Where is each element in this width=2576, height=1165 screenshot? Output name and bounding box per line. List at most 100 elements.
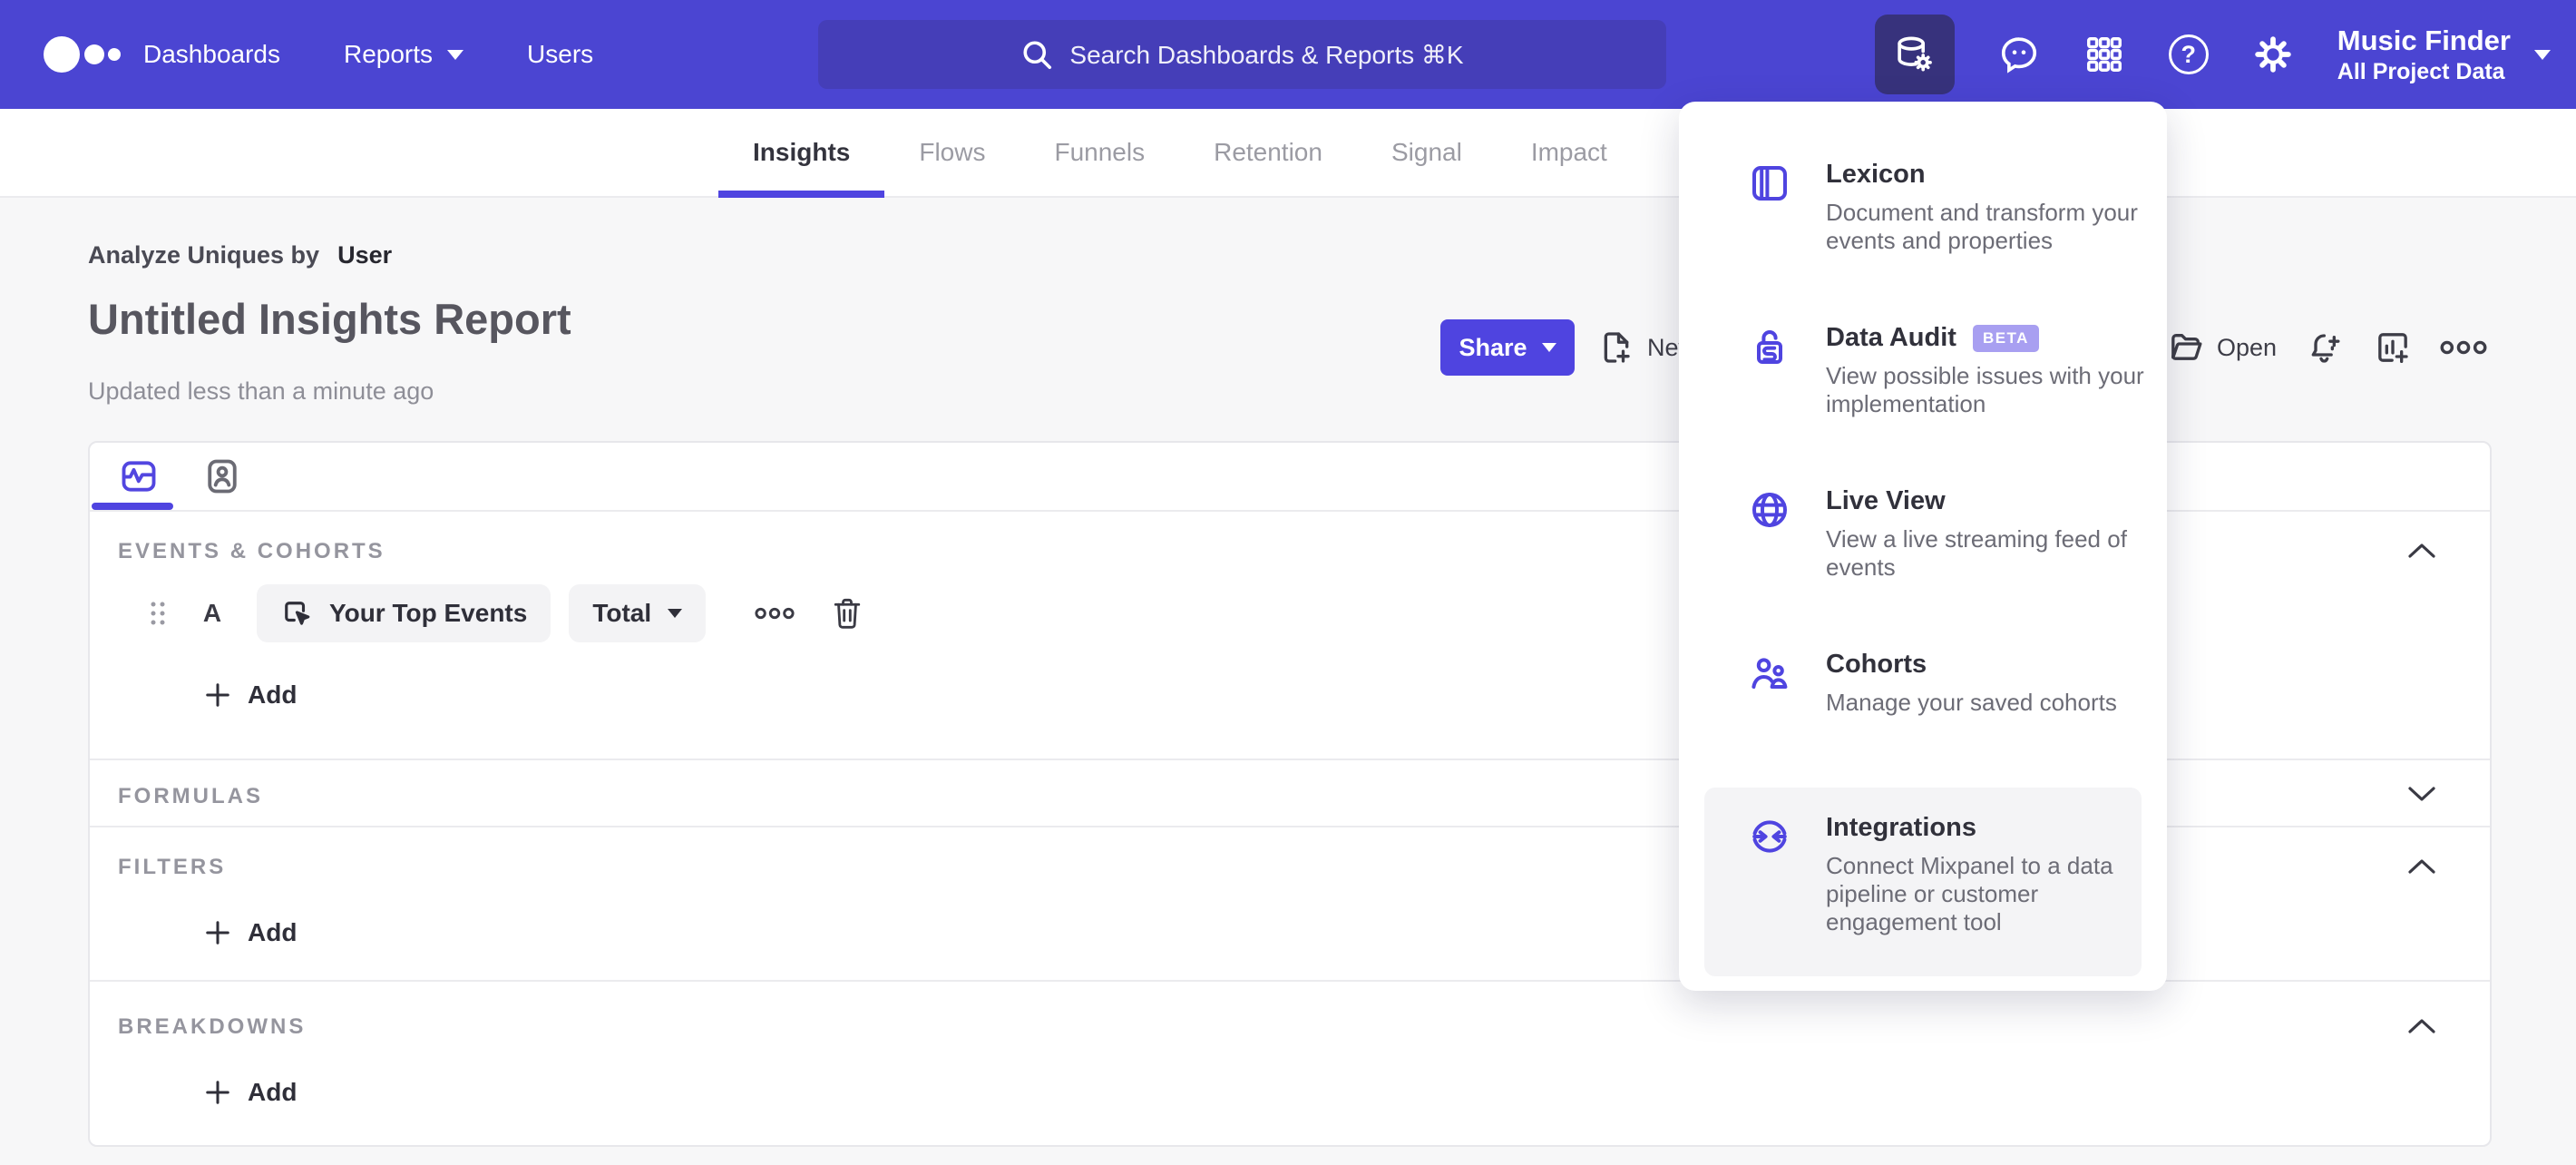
- data-management-menu: Lexicon Document and transform your even…: [1679, 102, 2167, 991]
- plus-icon: [206, 683, 229, 707]
- viz-tab-profiles[interactable]: [197, 451, 248, 502]
- report-tabs: Insights Flows Funnels Retention Signal …: [718, 109, 1642, 198]
- menu-item-lexicon[interactable]: Lexicon Document and transform your even…: [1679, 160, 2167, 255]
- share-label: Share: [1459, 333, 1527, 361]
- menu-item-desc: View possible issues with your implement…: [1826, 362, 2144, 417]
- tab-label: Insights: [753, 138, 851, 166]
- chart-plus-icon: [2378, 333, 2408, 363]
- menu-item-live-view[interactable]: Live View View a live streaming feed of …: [1679, 486, 2167, 582]
- add-label: Add: [248, 680, 298, 709]
- live-view-globe-icon: [1752, 493, 1787, 527]
- drag-handle-icon[interactable]: [144, 595, 171, 631]
- nav-item-label: Users: [527, 40, 594, 68]
- event-row: A Your Top Events Total: [144, 584, 864, 642]
- analyze-uniques-value[interactable]: User: [337, 241, 392, 269]
- add-label: Add: [248, 918, 298, 946]
- chevron-down-icon: [1541, 343, 1556, 352]
- tab-label: Retention: [1214, 138, 1322, 166]
- trash-icon[interactable]: [831, 595, 864, 631]
- section-label: FILTERS: [118, 855, 227, 879]
- section-breakdowns: BREAKDOWNS Add: [90, 980, 2490, 1141]
- more-horizontal-icon[interactable]: [755, 602, 795, 624]
- nav-item-label: Dashboards: [143, 40, 280, 68]
- document-plus-icon: [1604, 332, 1630, 363]
- plus-icon: [206, 921, 229, 945]
- tab-retention[interactable]: Retention: [1179, 109, 1357, 196]
- menu-item-title: Cohorts: [1826, 650, 1927, 679]
- series-letter: A: [202, 599, 222, 627]
- nav-item-users[interactable]: Users: [527, 40, 593, 69]
- help-glyph: ?: [2181, 40, 2197, 68]
- settings-gear-icon[interactable]: [2252, 34, 2294, 75]
- section-label: BREAKDOWNS: [118, 1014, 307, 1039]
- menu-item-title: Data Audit: [1826, 323, 1956, 352]
- chevron-down-icon: [668, 609, 683, 618]
- event-selector[interactable]: Your Top Events: [257, 584, 551, 642]
- create-alert-button[interactable]: [2308, 319, 2344, 376]
- project-selector[interactable]: Music Finder All Project Data: [2337, 24, 2551, 85]
- chevron-up-icon[interactable]: [2406, 541, 2437, 561]
- add-to-board-button[interactable]: [2375, 319, 2411, 376]
- section-label: EVENTS & COHORTS: [118, 539, 385, 563]
- tab-label: Signal: [1390, 138, 1462, 166]
- menu-item-desc: Connect Mixpanel to a data pipeline or c…: [1826, 852, 2113, 935]
- chevron-down-icon[interactable]: [2406, 784, 2437, 804]
- nav-item-dashboards[interactable]: Dashboards: [143, 40, 280, 69]
- search-icon: [1023, 41, 1052, 70]
- nav-item-reports[interactable]: Reports: [344, 40, 464, 69]
- active-tab-underline: [92, 503, 173, 510]
- bell-plus-icon: [2311, 334, 2340, 363]
- report-toolbar: Share New Open: [0, 319, 2576, 379]
- chevron-up-icon[interactable]: [2406, 1016, 2437, 1036]
- open-report-button[interactable]: Open: [2168, 319, 2277, 376]
- top-nav: Dashboards Reports Users Search Dashboar…: [0, 0, 2576, 109]
- tab-funnels[interactable]: Funnels: [1020, 109, 1179, 196]
- menu-item-data-audit[interactable]: Data Audit BETA View possible issues wit…: [1679, 323, 2167, 418]
- mixpanel-logo-icon[interactable]: [40, 33, 127, 76]
- menu-item-cohorts[interactable]: Cohorts Manage your saved cohorts: [1679, 650, 2167, 717]
- data-management-button[interactable]: [1874, 15, 1955, 94]
- nav-menu: Dashboards Reports Users: [143, 40, 593, 69]
- add-breakdown-button[interactable]: Add: [204, 1078, 297, 1107]
- event-click-icon: [285, 602, 310, 625]
- share-button[interactable]: Share: [1440, 319, 1575, 376]
- menu-item-desc: View a live streaming feed of events: [1826, 525, 2127, 581]
- plus-icon: [206, 1081, 229, 1104]
- chevron-down-icon: [2534, 49, 2551, 60]
- menu-item-integrations[interactable]: Integrations Connect Mixpanel to a data …: [1679, 813, 2167, 936]
- chevron-up-icon[interactable]: [2406, 857, 2437, 876]
- tab-impact[interactable]: Impact: [1497, 109, 1642, 196]
- event-name: Your Top Events: [329, 599, 528, 627]
- tab-signal[interactable]: Signal: [1357, 109, 1497, 196]
- nav-right-cluster: ? Music Finder All Project Data: [1874, 0, 2551, 109]
- search-placeholder: Search Dashboards & Reports ⌘K: [1069, 40, 1464, 69]
- menu-item-desc: Document and transform your events and p…: [1826, 199, 2138, 254]
- more-actions-button[interactable]: [2440, 319, 2487, 376]
- pulse-chart-icon: [122, 461, 156, 492]
- apps-grid-icon[interactable]: [2083, 34, 2125, 75]
- help-icon[interactable]: ?: [2168, 34, 2209, 74]
- add-event-button[interactable]: Add: [204, 680, 297, 710]
- search-input[interactable]: Search Dashboards & Reports ⌘K: [818, 20, 1666, 89]
- metric-selector[interactable]: Total: [569, 584, 707, 642]
- feedback-icon[interactable]: [1998, 34, 2040, 75]
- more-horizontal-icon: [2440, 340, 2487, 355]
- updated-timestamp: Updated less than a minute ago: [88, 377, 434, 405]
- menu-item-desc: Manage your saved cohorts: [1826, 689, 2117, 716]
- tab-flows[interactable]: Flows: [884, 109, 1020, 196]
- tab-label: Flows: [919, 138, 986, 166]
- folder-open-icon: [2171, 334, 2202, 360]
- metric-label: Total: [592, 599, 652, 627]
- tab-insights[interactable]: Insights: [718, 109, 885, 198]
- menu-item-title: Integrations: [1826, 813, 1976, 842]
- add-filter-button[interactable]: Add: [204, 918, 297, 947]
- integrations-sync-icon: [1752, 820, 1787, 853]
- analyze-uniques-control: Analyze Uniques by User: [88, 241, 392, 269]
- cohorts-people-icon: [1751, 658, 1788, 689]
- add-label: Add: [248, 1078, 298, 1106]
- tab-label: Impact: [1530, 138, 1607, 166]
- chevron-down-icon: [447, 49, 464, 60]
- analyze-uniques-prefix: Analyze Uniques by: [88, 241, 320, 269]
- viz-tab-metrics[interactable]: [113, 451, 164, 502]
- project-name: Music Finder: [2337, 24, 2511, 56]
